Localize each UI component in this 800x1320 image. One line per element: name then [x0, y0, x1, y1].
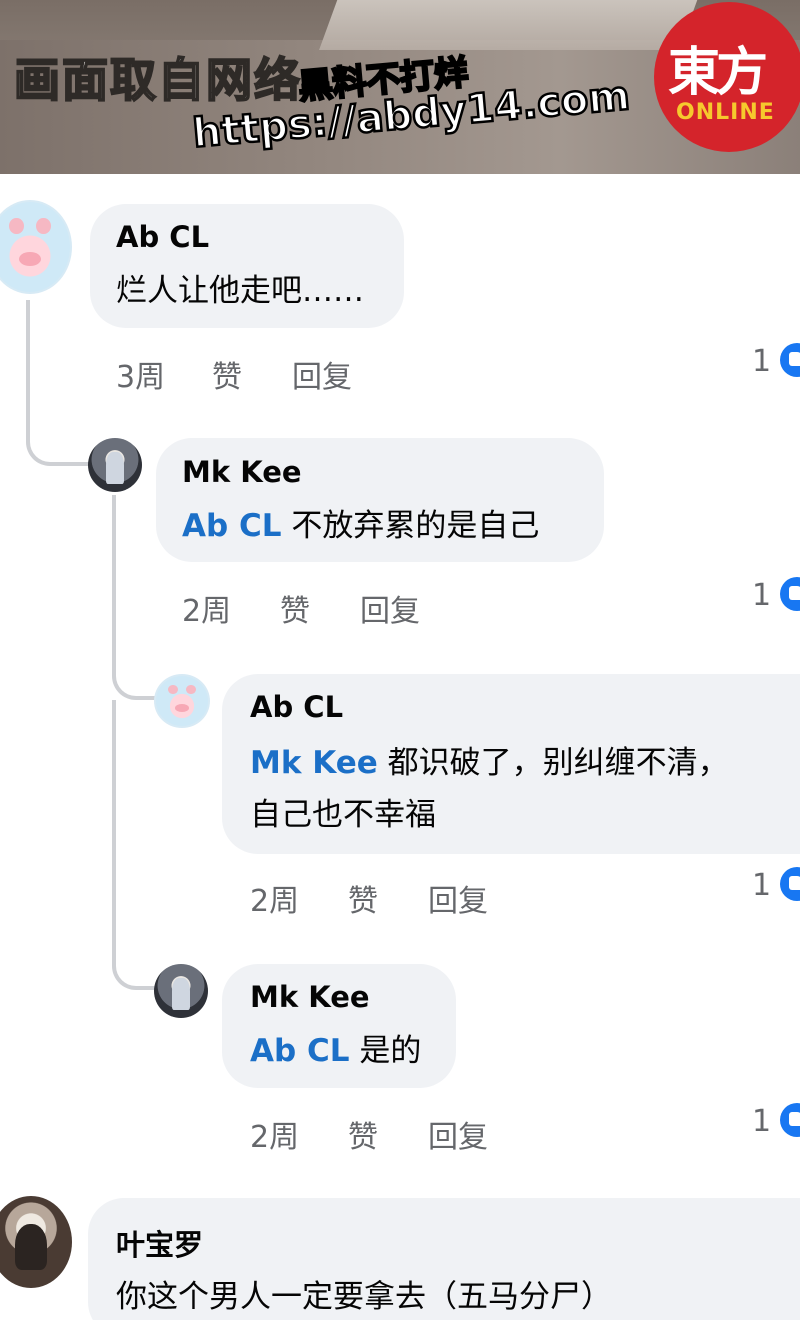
- comment-author[interactable]: Ab CL: [250, 690, 343, 724]
- reply-button[interactable]: 回复: [428, 1112, 488, 1156]
- avatar[interactable]: [0, 1196, 72, 1288]
- comment-text: Mk Kee 都识破了，别纠缠不清，: [250, 736, 729, 790]
- mention-link[interactable]: Mk Kee: [250, 745, 378, 781]
- comment-time[interactable]: 2周: [182, 586, 231, 630]
- comment-author[interactable]: Mk Kee: [250, 980, 370, 1014]
- thread-line: [112, 700, 116, 950]
- oriental-daily-logo: 東方 ONLINE: [654, 2, 800, 152]
- like-button[interactable]: 赞: [212, 352, 242, 396]
- video-thumbnail[interactable]: 画面取自网络 東方 ONLINE 黑料不打烊 https://abdy14.co…: [0, 0, 800, 174]
- like-button[interactable]: 赞: [348, 1112, 378, 1156]
- comment-text: Ab CL 不放弃累的是自己: [182, 499, 539, 553]
- avatar[interactable]: [88, 438, 142, 492]
- reply-button[interactable]: 回复: [292, 352, 352, 396]
- comment-body: 是的: [349, 1033, 422, 1069]
- thread-connector: [112, 930, 156, 990]
- mention-link[interactable]: Ab CL: [182, 508, 281, 544]
- image-source-caption: 画面取自网络: [13, 52, 302, 108]
- mention-link[interactable]: Ab CL: [250, 1033, 349, 1069]
- comment-body: 不放弃累的是自己: [281, 508, 540, 544]
- thread-connector: [112, 640, 156, 700]
- comment-time[interactable]: 2周: [250, 876, 299, 920]
- comment-author[interactable]: 叶宝罗: [116, 1222, 203, 1264]
- reaction-count[interactable]: 1: [752, 344, 771, 379]
- thread-connector: [26, 400, 92, 466]
- avatar[interactable]: [0, 200, 72, 294]
- comment-body: 都识破了，别纠缠不清，: [377, 745, 729, 781]
- logo-text: 東方: [668, 43, 768, 103]
- thumbs-up-icon: [780, 343, 800, 377]
- reaction-count[interactable]: 1: [752, 868, 771, 903]
- comment-author[interactable]: Ab CL: [116, 220, 209, 254]
- like-button[interactable]: 赞: [348, 876, 378, 920]
- ceiling-light: [319, 0, 701, 50]
- thumbs-up-icon: [780, 867, 800, 901]
- avatar[interactable]: [154, 674, 210, 728]
- comment-author[interactable]: Mk Kee: [182, 455, 302, 489]
- comment-time[interactable]: 2周: [250, 1112, 299, 1156]
- comment-time[interactable]: 3周: [116, 352, 165, 396]
- reply-button[interactable]: 回复: [360, 586, 420, 630]
- comment-text: 烂人让他走吧……: [116, 273, 364, 309]
- comment-text-line2: 自己也不幸福: [250, 797, 436, 833]
- reaction-count[interactable]: 1: [752, 1104, 771, 1139]
- thumbs-up-icon: [780, 1103, 800, 1137]
- logo-online-text: ONLINE: [676, 100, 775, 125]
- reaction-count[interactable]: 1: [752, 578, 771, 613]
- like-button[interactable]: 赞: [280, 586, 310, 630]
- thumbs-up-icon: [780, 577, 800, 611]
- avatar[interactable]: [154, 964, 208, 1018]
- comment-text: Ab CL 是的: [250, 1024, 421, 1078]
- comment-text: 你这个男人一定要拿去（五马分尸）: [116, 1279, 612, 1315]
- reply-button[interactable]: 回复: [428, 876, 488, 920]
